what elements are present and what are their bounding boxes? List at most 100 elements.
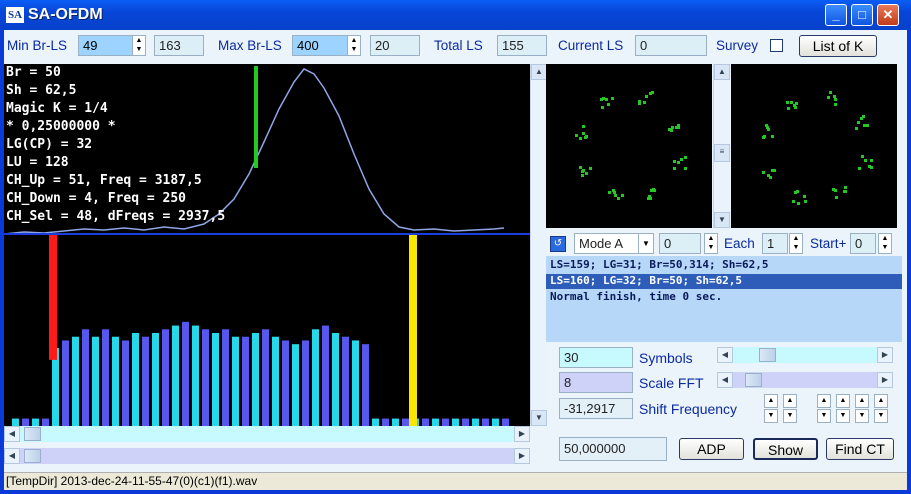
bar-chart-svg xyxy=(12,235,509,426)
adp-button[interactable]: ADP xyxy=(679,438,744,460)
scroll-right-icon[interactable]: ▶ xyxy=(514,426,530,442)
start-spinner[interactable]: ▲ ▼ xyxy=(878,233,892,254)
constellation-point xyxy=(653,188,657,192)
max-aux-field: 20 xyxy=(370,35,420,56)
show-button[interactable]: Show xyxy=(753,438,818,460)
bar xyxy=(392,418,399,426)
scroll-down-icon[interactable]: ▼ xyxy=(531,410,547,426)
bar xyxy=(302,340,309,426)
bar xyxy=(22,418,29,426)
constellation-point xyxy=(579,137,583,141)
min-aux-field: 163 xyxy=(154,35,204,56)
scroll-thumb-icon[interactable]: ≡ xyxy=(714,144,730,162)
bar xyxy=(372,418,379,426)
each-input[interactable]: 1 xyxy=(762,233,788,254)
chevron-down-icon[interactable]: ▼ xyxy=(638,233,654,254)
shift-spinner-2[interactable]: ▲ ▼ xyxy=(783,394,797,424)
minimize-button[interactable]: _ xyxy=(825,4,847,26)
constellation-point xyxy=(581,174,585,178)
plot-vertical-scrollbar[interactable]: ▲ ▼ xyxy=(530,64,547,426)
info-line: CH_Sel = 48, dFreqs = 2937,5 xyxy=(6,209,226,224)
symbols-slider[interactable]: ◀ ▶ xyxy=(717,347,893,363)
constellation-point xyxy=(795,190,799,194)
constellation-point xyxy=(843,186,847,190)
min-br-ls-input[interactable]: 49 xyxy=(78,35,136,56)
max-br-ls-label: Max Br-LS xyxy=(218,38,282,53)
constellation-point xyxy=(676,161,680,165)
scroll-right-icon[interactable]: ▶ xyxy=(877,347,893,363)
shift-spinner-4[interactable]: ▲ ▼ xyxy=(836,394,850,424)
scale-fft-slider[interactable]: ◀ ▶ xyxy=(717,372,893,388)
constellation-point xyxy=(863,123,867,127)
min-br-ls-spinner[interactable]: ▲ ▼ xyxy=(132,35,146,56)
constellation-point xyxy=(611,97,615,101)
shift-spinner-1[interactable]: ▲ ▼ xyxy=(764,394,778,424)
constellation-point xyxy=(856,120,860,124)
log-line: LS=159; LG=31; Br=50,314; Sh=62,5 xyxy=(550,258,769,271)
scroll-left-icon[interactable]: ◀ xyxy=(717,372,733,388)
shift-spinner-3[interactable]: ▲ ▼ xyxy=(817,394,831,424)
constellation-point xyxy=(582,124,586,128)
scroll-up-icon[interactable]: ▲ xyxy=(531,64,547,80)
bar xyxy=(382,418,389,426)
constellation-scrollbar[interactable]: ▲ ≡ ▼ xyxy=(713,64,730,228)
survey-checkbox[interactable] xyxy=(770,39,783,52)
bar xyxy=(342,336,349,426)
start-input[interactable]: 0 xyxy=(850,233,876,254)
plot-hscroll-2[interactable]: ◀ ▶ xyxy=(4,448,530,464)
scale-fft-field[interactable]: 8 xyxy=(559,372,633,393)
scroll-left-icon[interactable]: ◀ xyxy=(4,426,20,442)
title-bar[interactable]: SA SA-OFDM _ □ ✕ xyxy=(0,0,911,30)
mode-number-spinner[interactable]: ▲ ▼ xyxy=(704,233,718,254)
scroll-left-icon[interactable]: ◀ xyxy=(717,347,733,363)
red-marker xyxy=(49,235,57,360)
constellation-left xyxy=(546,64,712,228)
scale-fft-slider-thumb[interactable] xyxy=(745,373,762,387)
each-spinner[interactable]: ▲ ▼ xyxy=(789,233,803,254)
constellation-point xyxy=(831,188,835,192)
shift-spinner-6[interactable]: ▲ ▼ xyxy=(874,394,888,424)
constellation-point xyxy=(803,195,807,199)
bar xyxy=(182,321,189,426)
plot-hscroll-1[interactable]: ◀ ▶ xyxy=(4,426,530,442)
close-button[interactable]: ✕ xyxy=(877,4,899,26)
bar xyxy=(202,329,209,426)
max-br-ls-spinner[interactable]: ▲ ▼ xyxy=(347,35,361,56)
list-of-k-button[interactable]: List of K xyxy=(799,35,877,57)
scroll-right-icon[interactable]: ▶ xyxy=(877,372,893,388)
log-panel: LS=159; LG=31; Br=50,314; Sh=62,5 LS=160… xyxy=(546,256,902,342)
scroll-right-icon[interactable]: ▶ xyxy=(514,448,530,464)
app-icon: SA xyxy=(6,7,24,23)
info-line: LG(CP) = 32 xyxy=(6,137,93,152)
bar xyxy=(242,336,249,426)
constellation-point xyxy=(869,165,873,169)
constellation-point xyxy=(833,95,837,99)
scroll-left-icon[interactable]: ◀ xyxy=(4,448,20,464)
log-line: Normal finish, time 0 sec. xyxy=(550,290,723,303)
bottom-value-field[interactable]: 50,000000 xyxy=(559,437,667,461)
shift-spinner-5[interactable]: ▲ ▼ xyxy=(855,394,869,424)
each-label: Each xyxy=(724,236,755,251)
constellation-point xyxy=(771,134,775,138)
maximize-button[interactable]: □ xyxy=(851,4,873,26)
scroll-down-icon[interactable]: ▼ xyxy=(714,212,730,228)
bar xyxy=(142,336,149,426)
hscroll-1-thumb[interactable] xyxy=(24,427,41,441)
constellation-point xyxy=(771,169,774,173)
constellation-point xyxy=(648,196,652,200)
constellation-point xyxy=(644,95,648,99)
symbols-field[interactable]: 30 xyxy=(559,347,633,368)
hscroll-2-thumb[interactable] xyxy=(24,449,41,463)
bar xyxy=(122,340,129,426)
find-ct-button[interactable]: Find CT xyxy=(826,438,894,460)
yellow-marker xyxy=(409,235,417,426)
log-line-selected[interactable]: LS=160; LG=32; Br=50; Sh=62,5 xyxy=(546,274,902,289)
scroll-up-icon[interactable]: ▲ xyxy=(714,64,730,80)
symbols-slider-thumb[interactable] xyxy=(759,348,776,362)
bar xyxy=(72,336,79,426)
undo-icon[interactable]: ↺ xyxy=(550,236,566,252)
constellation-point xyxy=(789,100,793,104)
shift-frequency-field[interactable]: -31,2917 xyxy=(559,398,633,419)
mode-number[interactable]: 0 xyxy=(659,233,701,254)
bar xyxy=(492,418,499,426)
